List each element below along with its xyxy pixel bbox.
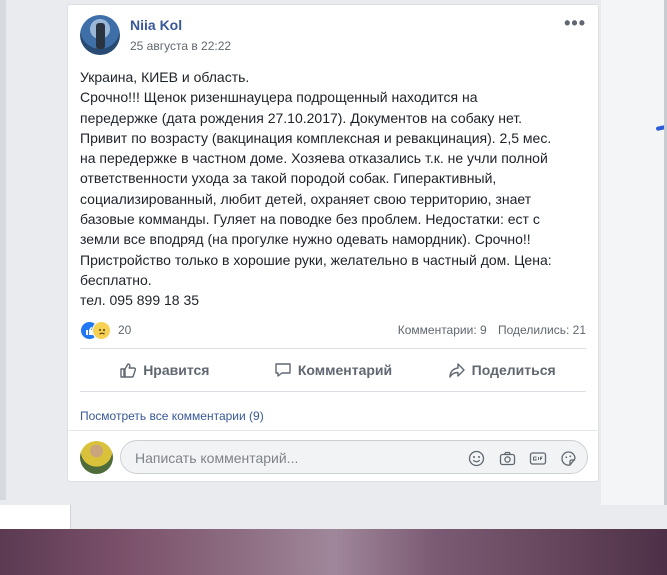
post-text: Украина, КИЕВ и область. Срочно!!! Щенок…: [80, 67, 590, 311]
post-line: Срочно!!! Щенок ризеншнауцера подрощенны…: [80, 89, 478, 106]
background-panel: [0, 505, 71, 529]
author-avatar[interactable]: [80, 15, 120, 55]
share-icon: [448, 363, 465, 378]
like-label: Нравится: [143, 362, 210, 378]
thumbs-up-icon: [120, 363, 137, 378]
post-card: Niia Kol 25 августа в 22:22 ••• Украина,…: [67, 4, 599, 482]
post-line: базовые комманды. Гуляет на поводке без …: [80, 211, 540, 228]
post-line: Пристройство только в хорошие руки, жела…: [80, 251, 552, 268]
share-label: Поделиться: [471, 362, 556, 378]
gif-icon[interactable]: [529, 449, 547, 467]
author-name[interactable]: Niia Kol: [130, 17, 182, 33]
post-line: земли все вподряд (на прогулке нужно оде…: [80, 231, 531, 248]
emoji-icon[interactable]: [467, 449, 485, 467]
comment-label: Комментарий: [297, 362, 393, 378]
post-line: социализированный, любит детей, охраняет…: [80, 190, 532, 207]
view-all-comments-link[interactable]: Посмотреть все комментарии (9): [80, 409, 264, 423]
sad-icon: [92, 321, 111, 340]
post-line: ответственности ухода за такой породой с…: [80, 170, 497, 187]
page-background-right: [601, 0, 667, 505]
divider: [68, 430, 598, 431]
post-actions: Нравится Комментарий Поделиться: [80, 349, 586, 391]
reaction-count: 20: [118, 323, 132, 337]
shares-count[interactable]: Поделились: 21: [498, 323, 586, 337]
post-line: передержке (дата рождения 27.10.2017). Д…: [80, 109, 523, 126]
post-line: тел. 095 899 18 35: [80, 292, 200, 309]
post-line: на передержке в частном доме. Хозяева от…: [80, 150, 548, 167]
comment-icon: [275, 363, 291, 377]
divider: [80, 391, 586, 392]
share-button[interactable]: Поделиться: [417, 349, 586, 391]
desktop-background: [0, 529, 667, 575]
camera-icon[interactable]: [498, 449, 516, 467]
post-line: Украина, КИЕВ и область.: [80, 69, 250, 85]
like-button[interactable]: Нравится: [80, 349, 249, 391]
comment-input[interactable]: [133, 448, 457, 468]
more-options-icon[interactable]: •••: [564, 13, 586, 34]
comment-composer: [120, 440, 588, 474]
post-stats: Комментарии: 9 Поделились: 21: [390, 323, 586, 337]
current-user-avatar[interactable]: [80, 441, 113, 474]
post-line: бесплатно.: [80, 271, 152, 288]
comments-count[interactable]: Комментарии: 9: [398, 323, 487, 337]
comment-button[interactable]: Комментарий: [249, 349, 418, 391]
background-edge: [0, 0, 6, 500]
post-line: Привит по возрасту (вакцинация комплексн…: [80, 129, 552, 146]
post-timestamp[interactable]: 25 августа в 22:22: [130, 39, 231, 53]
sticker-icon[interactable]: [559, 449, 577, 467]
